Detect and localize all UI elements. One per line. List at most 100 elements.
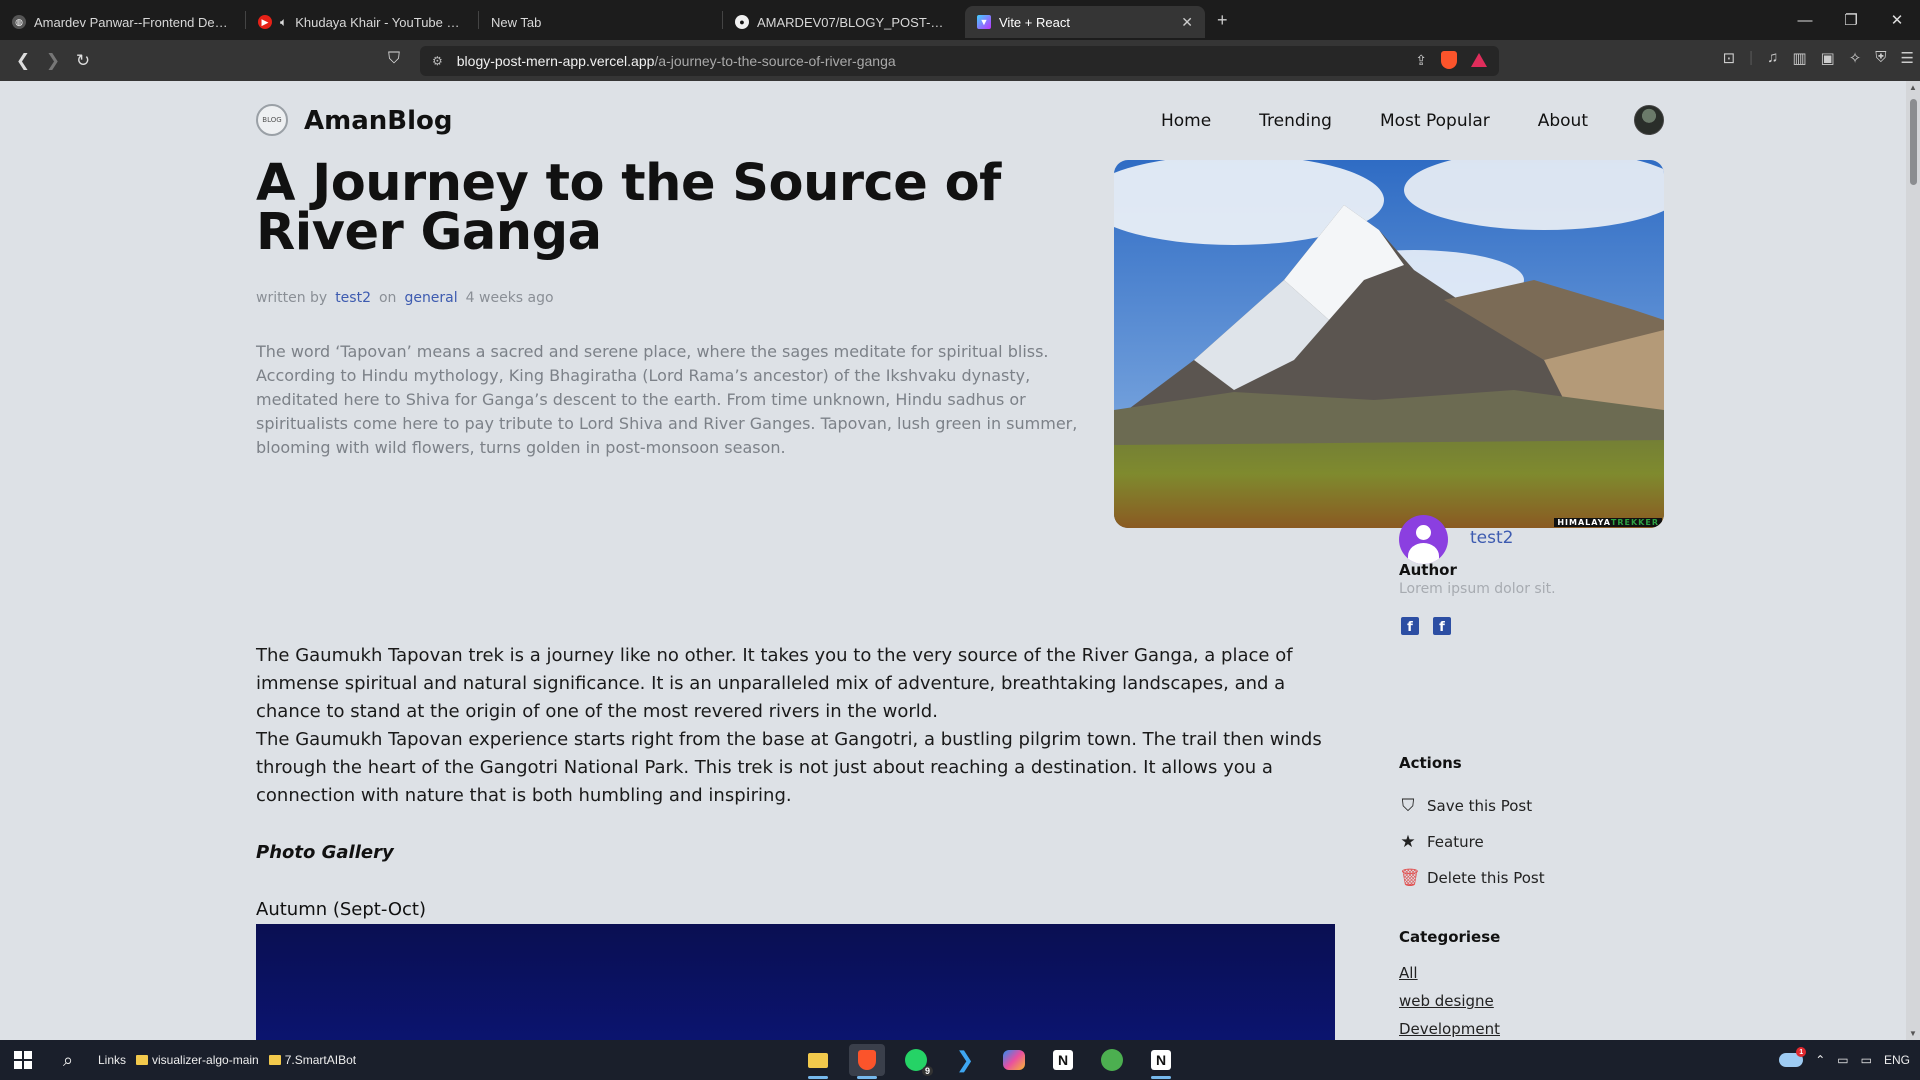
feature-post-button[interactable]: ★ Feature	[1399, 832, 1484, 852]
mountain-landscape-image	[1114, 160, 1664, 528]
utorrent-icon[interactable]	[1094, 1044, 1130, 1076]
scroll-down-icon[interactable]: ▼	[1909, 1029, 1917, 1038]
bookmark-icon[interactable]: ⛉	[388, 50, 400, 68]
minimize-icon[interactable]: —	[1782, 0, 1828, 40]
menu-icon[interactable]: ☰	[1901, 49, 1914, 67]
body-paragraph: The Gaumukh Tapovan trek is a journey li…	[256, 645, 1293, 722]
github-icon: ●	[735, 15, 749, 29]
taskbar-apps: 9 ❯ N N	[800, 1044, 1179, 1079]
site-info-icon[interactable]: ⚙	[432, 54, 443, 68]
facebook-icon[interactable]: f	[1401, 617, 1419, 635]
wallet-icon[interactable]: ▣	[1821, 49, 1835, 67]
folder-icon	[268, 1055, 281, 1065]
scrollbar-thumb[interactable]	[1910, 99, 1917, 185]
taskbar-folder-link[interactable]: visualizer-algo-main	[136, 1053, 259, 1067]
author-avatar[interactable]	[1399, 515, 1448, 564]
file-explorer-icon[interactable]	[800, 1044, 836, 1079]
tab-github[interactable]: ● AMARDEV07/BLOGY_POST-mern-app	[723, 6, 965, 38]
whatsapp-icon[interactable]: 9	[898, 1044, 934, 1076]
blog-page: BLOG AmanBlog Home Trending Most Popular…	[0, 81, 1906, 1040]
forward-icon[interactable]: ❯	[38, 51, 68, 71]
action-label: Delete this Post	[1427, 869, 1545, 887]
taskbar-folder-link[interactable]: 7.SmartAIBot	[268, 1053, 357, 1067]
nav-about[interactable]: About	[1538, 111, 1588, 131]
taskbar-left: ⌕ Links visualizer-algo-main 7.SmartAIBo…	[0, 1040, 356, 1080]
address-bar[interactable]: ⚙ blogy-post-mern-app.vercel.app/a-journ…	[420, 46, 1499, 76]
nav-home[interactable]: Home	[1161, 111, 1211, 131]
category-link-web-designe[interactable]: web designe	[1399, 992, 1494, 1010]
body-paragraph: The Gaumukh Tapovan experience starts ri…	[256, 729, 1322, 806]
tab-portfolio[interactable]: ◍ Amardev Panwar--Frontend Developer	[0, 6, 245, 38]
notion-icon[interactable]: N	[1045, 1044, 1081, 1076]
meta-category-link[interactable]: general	[404, 290, 457, 306]
brave-browser-icon[interactable]	[849, 1044, 885, 1079]
star-icon: ★	[1400, 832, 1416, 852]
close-window-icon[interactable]: ✕	[1874, 0, 1920, 40]
tab-title: Vite + React	[999, 14, 1070, 30]
copilot-icon[interactable]	[996, 1044, 1032, 1076]
post-title: A Journey to the Source of River Ganga	[256, 154, 1001, 262]
restore-icon[interactable]: ❐	[1828, 0, 1874, 40]
post-meta: written by test2 on general 4 weeks ago	[256, 290, 554, 306]
meta-written-by: written by	[256, 290, 328, 306]
screenshot-icon[interactable]: ⊡	[1723, 49, 1736, 67]
back-icon[interactable]: ❮	[8, 51, 38, 71]
windows-start-icon[interactable]	[0, 1051, 46, 1069]
tab-title: New Tab	[491, 14, 542, 30]
battery-icon[interactable]: ▭	[1861, 1053, 1872, 1067]
network-icon[interactable]: ▭	[1837, 1053, 1848, 1067]
search-icon[interactable]: ⌕	[46, 1050, 90, 1071]
new-tab-button[interactable]: +	[1205, 10, 1240, 31]
scroll-up-icon[interactable]: ▲	[1909, 83, 1917, 92]
season-photo	[256, 924, 1335, 1040]
media-icon[interactable]: ♫	[1767, 49, 1778, 67]
page-scrollbar[interactable]: ▲ ▼	[1906, 81, 1920, 1040]
tray-chevron-icon[interactable]: ⌃	[1815, 1053, 1825, 1067]
avatar-body	[1408, 543, 1439, 564]
sidebar-icon[interactable]: ▥	[1792, 49, 1806, 67]
links-toolbar-label[interactable]: Links	[98, 1053, 126, 1067]
category-link-development[interactable]: Development	[1399, 1020, 1500, 1038]
site-logo-icon[interactable]: BLOG	[256, 104, 288, 136]
watermark-text-b: TREKKER	[1610, 518, 1659, 527]
url-host: blogy-post-mern-app.vercel.app	[456, 53, 655, 69]
leo-ai-icon[interactable]: ✧	[1849, 49, 1862, 67]
meta-time: 4 weeks ago	[465, 290, 554, 306]
brave-rewards-icon[interactable]	[1471, 53, 1487, 67]
action-label: Save this Post	[1427, 797, 1533, 815]
season-label: Autumn (Sept-Oct)	[256, 899, 426, 920]
folder-label: 7.SmartAIBot	[284, 1053, 357, 1067]
meta-author-link[interactable]: test2	[335, 290, 371, 306]
user-avatar[interactable]	[1634, 105, 1664, 135]
speaker-icon[interactable]: 🔈︎	[280, 15, 287, 30]
facebook-glyph: f	[1407, 620, 1413, 635]
delete-post-button[interactable]: 🗑︎ Delete this Post	[1399, 868, 1545, 888]
folder-icon	[136, 1055, 149, 1065]
language-indicator[interactable]: ENG	[1884, 1053, 1910, 1067]
vpn-icon[interactable]: ⛨	[1875, 49, 1886, 67]
tab-title: Khudaya Khair - YouTube Music	[295, 14, 466, 30]
tab-vite-react[interactable]: ▼ Vite + React ✕	[965, 6, 1205, 38]
category-link-all[interactable]: All	[1399, 964, 1418, 982]
reload-icon[interactable]: ↻	[68, 51, 98, 71]
site-brand[interactable]: AmanBlog	[304, 106, 452, 136]
tab-youtube-music[interactable]: ▶ 🔈︎ Khudaya Khair - YouTube Music	[246, 6, 478, 38]
action-label: Feature	[1427, 833, 1484, 851]
author-name-link[interactable]: test2	[1470, 528, 1513, 548]
vite-icon: ▼	[977, 15, 991, 29]
notion-icon[interactable]: N	[1143, 1044, 1179, 1079]
share-icon[interactable]: ⇪	[1415, 52, 1427, 69]
vscode-icon[interactable]: ❯	[947, 1044, 983, 1076]
youtube-music-icon: ▶	[258, 15, 272, 29]
save-post-button[interactable]: ⛉ Save this Post	[1399, 796, 1533, 816]
tab-new-tab[interactable]: New Tab	[479, 6, 722, 38]
brave-shields-icon[interactable]	[1441, 51, 1457, 69]
nav-most-popular[interactable]: Most Popular	[1380, 111, 1490, 131]
nav-trending[interactable]: Trending	[1259, 111, 1332, 131]
toolbar-divider: |	[1749, 49, 1754, 66]
post-description: The word ‘Tapovan’ means a sacred and se…	[256, 342, 1078, 457]
tab-title: AMARDEV07/BLOGY_POST-mern-app	[757, 14, 953, 30]
weather-icon[interactable]: 1	[1779, 1047, 1807, 1067]
close-tab-icon[interactable]: ✕	[1181, 14, 1193, 31]
facebook-icon[interactable]: f	[1433, 617, 1451, 635]
